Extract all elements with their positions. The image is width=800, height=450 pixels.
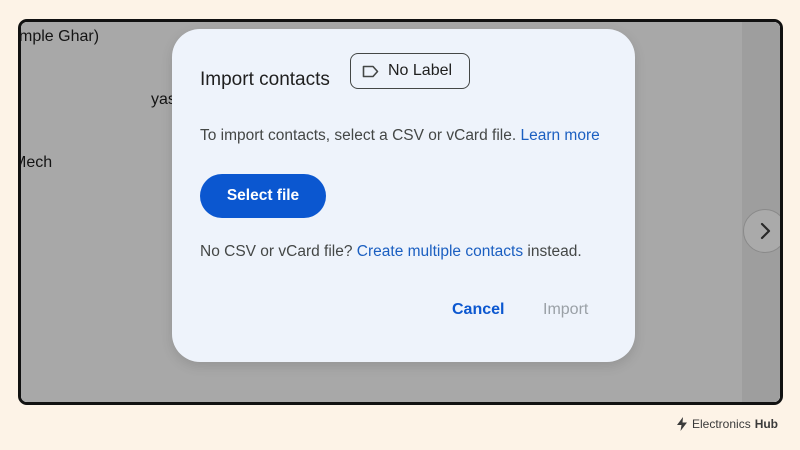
watermark-brand-bold: Hub (754, 417, 779, 431)
cancel-button[interactable]: Cancel (452, 301, 504, 319)
no-csv-suffix: instead. (527, 243, 582, 260)
chevron-right-icon (760, 222, 771, 240)
lightning-logo-icon (677, 417, 687, 431)
learn-more-link[interactable]: Learn more (520, 127, 599, 144)
no-csv-prefix: No CSV or vCard file? (200, 243, 353, 260)
import-contacts-dialog: Import contacts No Label To import conta… (172, 29, 635, 362)
import-button[interactable]: Import (543, 301, 588, 319)
dialog-title: Import contacts (200, 69, 330, 90)
electronics-hub-watermark: Electronics Hub (676, 417, 778, 431)
create-multiple-contacts-link[interactable]: Create multiple contacts (357, 243, 523, 260)
watermark-brand-light: Electronics (692, 417, 751, 431)
label-icon (362, 65, 379, 77)
label-chip-text: No Label (388, 62, 453, 79)
dialog-description: To import contacts, select a CSV or vCar… (200, 127, 600, 145)
no-csv-message: No CSV or vCard file? Create multiple co… (200, 243, 582, 261)
app-window: mple Ghar) yas Mech Import contacts No L… (18, 19, 783, 405)
description-text: To import contacts, select a CSV or vCar… (200, 127, 517, 144)
select-file-button[interactable]: Select file (200, 174, 326, 218)
next-page-button[interactable] (743, 209, 780, 253)
label-chip[interactable]: No Label (350, 53, 470, 89)
